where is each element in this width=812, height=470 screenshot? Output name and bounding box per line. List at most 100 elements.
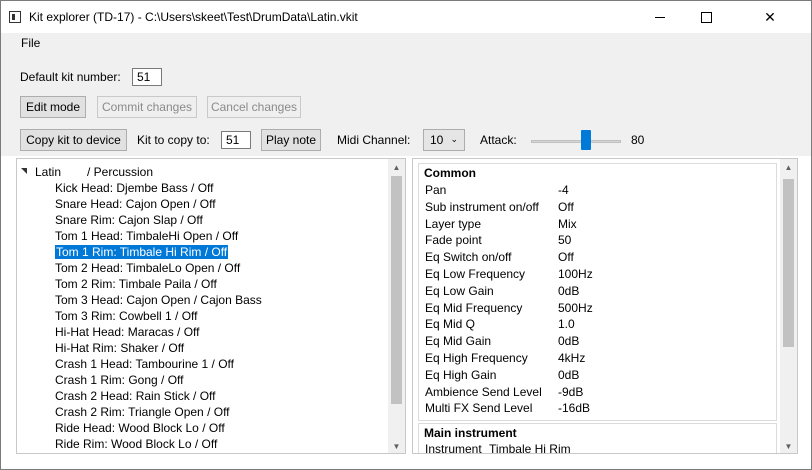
tree-item[interactable]: Ride Head: Wood Block Lo / Off: [55, 420, 225, 436]
tree-item[interactable]: Hi-Hat Rim: Shaker / Off: [55, 340, 184, 356]
property-row[interactable]: Sub instrument on/off Off: [425, 199, 574, 216]
property-value: 4kHz: [558, 351, 586, 365]
attack-slider-track[interactable]: [531, 140, 621, 143]
property-value: -4: [558, 183, 569, 197]
attack-value: 80: [631, 133, 645, 147]
title-bar[interactable]: Kit explorer (TD-17) - C:\Users\skeet\Te…: [1, 1, 811, 33]
tree-item[interactable]: Crash 2 Rim: Triangle Open / Off: [55, 404, 230, 420]
tree-item-label: Snare Rim: Cajon Slap / Off: [55, 213, 203, 227]
tree-scroll-thumb[interactable]: [391, 176, 402, 404]
tree-item[interactable]: Crash 1 Head: Tambourine 1 / Off: [55, 356, 234, 372]
tree-item[interactable]: Hi-Hat Head: Maracas / Off: [55, 324, 200, 340]
tree-item[interactable]: Snare Head: Cajon Open / Off: [55, 196, 216, 212]
property-row[interactable]: Layer type Mix: [425, 216, 577, 233]
tree-item-label: Tom 1 Head: TimbaleHi Open / Off: [55, 229, 239, 243]
default-kit-label: Default kit number:: [20, 70, 121, 84]
property-value: Off: [558, 250, 574, 265]
tree-root[interactable]: Latin / Percussion: [17, 164, 387, 180]
tree-item[interactable]: Tom 1 Rim: Timbale Hi Rim / Off: [55, 244, 229, 260]
tree-item[interactable]: Kick Head: Djembe Bass / Off: [55, 180, 214, 196]
property-label: Eq High Gain: [425, 367, 497, 382]
kit-tree-panel: Latin / Percussion Kick Head: Djembe Bas…: [16, 158, 406, 454]
window-title: Kit explorer (TD-17) - C:\Users\skeet\Te…: [29, 10, 358, 24]
property-row[interactable]: Multi FX Send Level -16dB: [425, 400, 590, 417]
property-value: Mix: [558, 216, 577, 231]
property-row[interactable]: Eq High Frequency 4kHz: [425, 350, 585, 367]
scroll-up-icon[interactable]: ▲: [388, 159, 405, 176]
attack-slider-thumb[interactable]: [581, 130, 592, 150]
tree-root-name: Latin: [35, 165, 62, 179]
menu-file[interactable]: File: [21, 36, 40, 50]
tree-item-label: Hi-Hat Head: Maracas / Off: [55, 325, 200, 339]
kit-explorer-window: Kit explorer (TD-17) - C:\Users\skeet\Te…: [0, 0, 812, 470]
property-value: 100Hz: [558, 267, 593, 281]
tree-item[interactable]: Ride Rim: Wood Block Lo / Off: [55, 436, 217, 452]
tree-item[interactable]: Tom 3 Rim: Cowbell 1 / Off: [55, 308, 198, 324]
tree-item-label: Snare Head: Cajon Open / Off: [55, 197, 216, 211]
scroll-down-icon[interactable]: ▼: [388, 438, 405, 453]
properties-scroll-thumb[interactable]: [783, 179, 794, 347]
copy-kit-button[interactable]: Copy kit to device: [20, 129, 127, 151]
tree-item-label: Ride Rim: Wood Block Lo / Off: [55, 437, 218, 451]
menu-bar: File: [1, 33, 811, 53]
scroll-up-icon[interactable]: ▲: [780, 159, 797, 176]
properties-panel: Common Pan -4 Sub instrument on/off Off Laye…: [412, 158, 798, 454]
property-row[interactable]: Ambience Send Level -9dB: [425, 384, 583, 401]
property-row[interactable]: Eq Low Frequency 100Hz: [425, 266, 593, 283]
property-label: Eq Mid Frequency: [425, 300, 523, 315]
tree-item-label: Crash 1 Rim: Gong / Off: [55, 373, 184, 387]
property-row[interactable]: Eq Mid Frequency 500Hz: [425, 300, 593, 317]
property-row[interactable]: Eq Mid Gain 0dB: [425, 333, 579, 350]
scroll-down-icon[interactable]: ▼: [780, 438, 797, 453]
instrument-row[interactable]: Instrument Timbale Hi Rim: [425, 441, 571, 453]
tree-scrollbar[interactable]: ▲ ▼: [388, 159, 405, 453]
kit-to-copy-input[interactable]: 51: [221, 131, 251, 149]
property-row[interactable]: Pan -4: [425, 182, 569, 199]
property-row[interactable]: Eq Switch on/off Off: [425, 249, 574, 266]
tree-item-label: Crash 1 Head: Tambourine 1 / Off: [55, 357, 234, 371]
close-button[interactable]: ✕: [729, 1, 811, 33]
maximize-button[interactable]: [683, 1, 729, 33]
property-value: 0dB: [558, 367, 580, 382]
tree-item[interactable]: Snare Rim: Cajon Slap / Off: [55, 212, 203, 228]
minimize-button[interactable]: [637, 1, 683, 33]
tree-item-label: Tom 3 Rim: Cowbell 1 / Off: [55, 309, 198, 323]
commit-changes-button[interactable]: Commit changes: [97, 96, 197, 118]
edit-mode-button[interactable]: Edit mode: [20, 96, 86, 118]
property-label: Fade point: [425, 233, 482, 248]
property-value: Off: [558, 199, 574, 214]
cancel-changes-button[interactable]: Cancel changes: [207, 96, 301, 118]
expand-triangle-icon[interactable]: [21, 168, 27, 174]
tree-item[interactable]: Tom 3 Head: Cajon Open / Cajon Bass: [55, 292, 262, 308]
midi-channel-value: 10: [430, 133, 444, 147]
default-kit-input[interactable]: 51: [132, 68, 162, 86]
property-row[interactable]: Eq High Gain 0dB: [425, 367, 579, 384]
tree-item[interactable]: Tom 1 Head: TimbaleHi Open / Off: [55, 228, 238, 244]
property-row[interactable]: Eq Mid Q 1.0: [425, 316, 575, 333]
tree-item-label: Tom 2 Head: TimbaleLo Open / Off: [55, 261, 241, 275]
property-label: Layer type: [425, 216, 482, 231]
common-group: Common Pan -4 Sub instrument on/off Off Laye…: [418, 163, 777, 421]
properties-scrollbar[interactable]: ▲ ▼: [780, 159, 797, 453]
main-instrument-title: Main instrument: [424, 426, 517, 440]
property-label: Eq High Frequency: [425, 351, 528, 365]
property-label: Eq Low Gain: [425, 283, 494, 298]
midi-channel-select[interactable]: 10 ⌄: [423, 129, 465, 151]
tree-item[interactable]: Crash 1 Rim: Gong / Off: [55, 372, 184, 388]
tree-item-label: Kick Head: Djembe Bass / Off: [55, 181, 214, 195]
chevron-down-icon: ⌄: [450, 134, 458, 144]
property-label: Multi FX Send Level: [425, 401, 533, 416]
main-instrument-group: Main instrument Instrument Timbale Hi Ri…: [418, 423, 777, 453]
property-row[interactable]: Fade point 50: [425, 232, 571, 249]
property-value: -16dB: [558, 401, 591, 416]
tree-item-label: Hi-Hat Rim: Shaker / Off: [55, 341, 185, 355]
midi-channel-label: Midi Channel:: [337, 133, 411, 147]
tree-item[interactable]: Crash 2 Head: Rain Stick / Off: [55, 388, 216, 404]
tree-item[interactable]: Tom 2 Head: TimbaleLo Open / Off: [55, 260, 240, 276]
property-row[interactable]: Eq Low Gain 0dB: [425, 283, 579, 300]
app-icon: [9, 11, 21, 23]
common-group-title: Common: [424, 166, 476, 180]
maximize-icon: [700, 11, 712, 23]
play-note-button[interactable]: Play note: [261, 129, 321, 151]
tree-item[interactable]: Tom 2 Rim: Timbale Paila / Off: [55, 276, 217, 292]
